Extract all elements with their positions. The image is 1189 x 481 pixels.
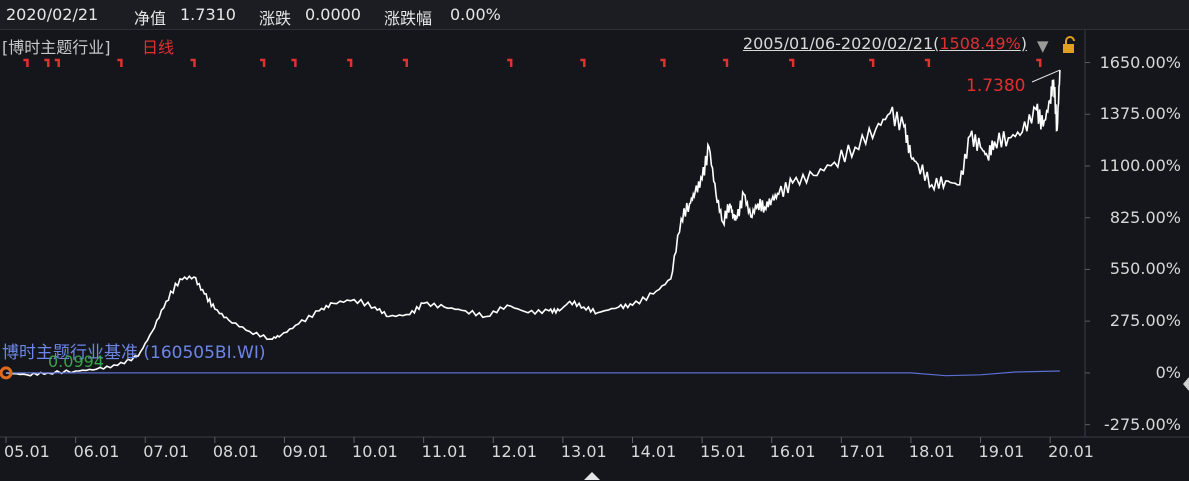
x-tick-label: 10.01 [352, 442, 398, 461]
event-marker[interactable] [924, 58, 931, 67]
y-tick-label: 1375.00% [1099, 104, 1181, 124]
x-tick-label: 05.01 [4, 442, 50, 461]
benchmark-label: 博时主题行业基准 (160505BI.WI) [2, 343, 266, 363]
x-tick-label: 06.01 [73, 442, 120, 461]
x-tick-label: 18.01 [908, 442, 955, 461]
event-marker[interactable] [507, 58, 513, 67]
x-tick-label: 14.01 [630, 442, 677, 461]
x-tick-label: 17.01 [839, 442, 886, 461]
event-marker[interactable] [291, 58, 297, 67]
event-marker[interactable] [580, 58, 586, 67]
chart-svg[interactable] [0, 0, 1189, 481]
event-marker[interactable] [722, 58, 729, 67]
event-marker[interactable] [190, 58, 196, 67]
x-tick-label: 08.01 [212, 442, 259, 461]
right-marker-icon[interactable] [1183, 377, 1189, 391]
y-tick-label: 0% [1155, 362, 1181, 382]
y-tick-label: 550.00% [1109, 259, 1181, 279]
event-marker[interactable] [54, 58, 60, 67]
event-marker[interactable] [44, 58, 50, 67]
event-marker[interactable] [117, 58, 123, 67]
fund-nav-line [5, 69, 1061, 377]
x-tick-label: 15.01 [700, 442, 746, 461]
x-tick-label: 12.01 [491, 442, 538, 461]
x-tick-label: 07.01 [143, 442, 190, 461]
y-tick-label: 275.00% [1109, 311, 1181, 331]
last-value-pointer [1031, 69, 1061, 83]
benchmark-line [6, 370, 1060, 377]
y-tick-label: 1650.00% [1099, 52, 1181, 72]
x-tick-label: 11.01 [421, 442, 468, 461]
benchmark-value: 0.0994 [48, 352, 104, 371]
last-value-label: 1.7380 [966, 76, 1026, 96]
event-marker[interactable] [869, 58, 875, 67]
x-tick-label: 09.01 [282, 442, 329, 461]
event-marker[interactable] [789, 58, 795, 67]
x-tick-label: 13.01 [560, 442, 607, 461]
event-marker[interactable] [1036, 58, 1042, 67]
y-tick-label: 825.00% [1109, 207, 1181, 227]
y-tick-label: -275.00% [1104, 414, 1181, 434]
x-tick-label: 20.01 [1048, 442, 1094, 461]
scroll-handle-icon[interactable] [584, 472, 600, 480]
x-tick-label: 19.01 [978, 442, 1025, 461]
event-marker[interactable] [660, 58, 666, 67]
y-tick-label: 1100.00% [1099, 155, 1181, 175]
event-marker[interactable] [347, 58, 353, 67]
event-marker[interactable] [402, 58, 409, 67]
event-marker[interactable] [260, 58, 266, 67]
x-tick-label: 16.01 [769, 442, 816, 461]
event-marker[interactable] [23, 58, 29, 67]
